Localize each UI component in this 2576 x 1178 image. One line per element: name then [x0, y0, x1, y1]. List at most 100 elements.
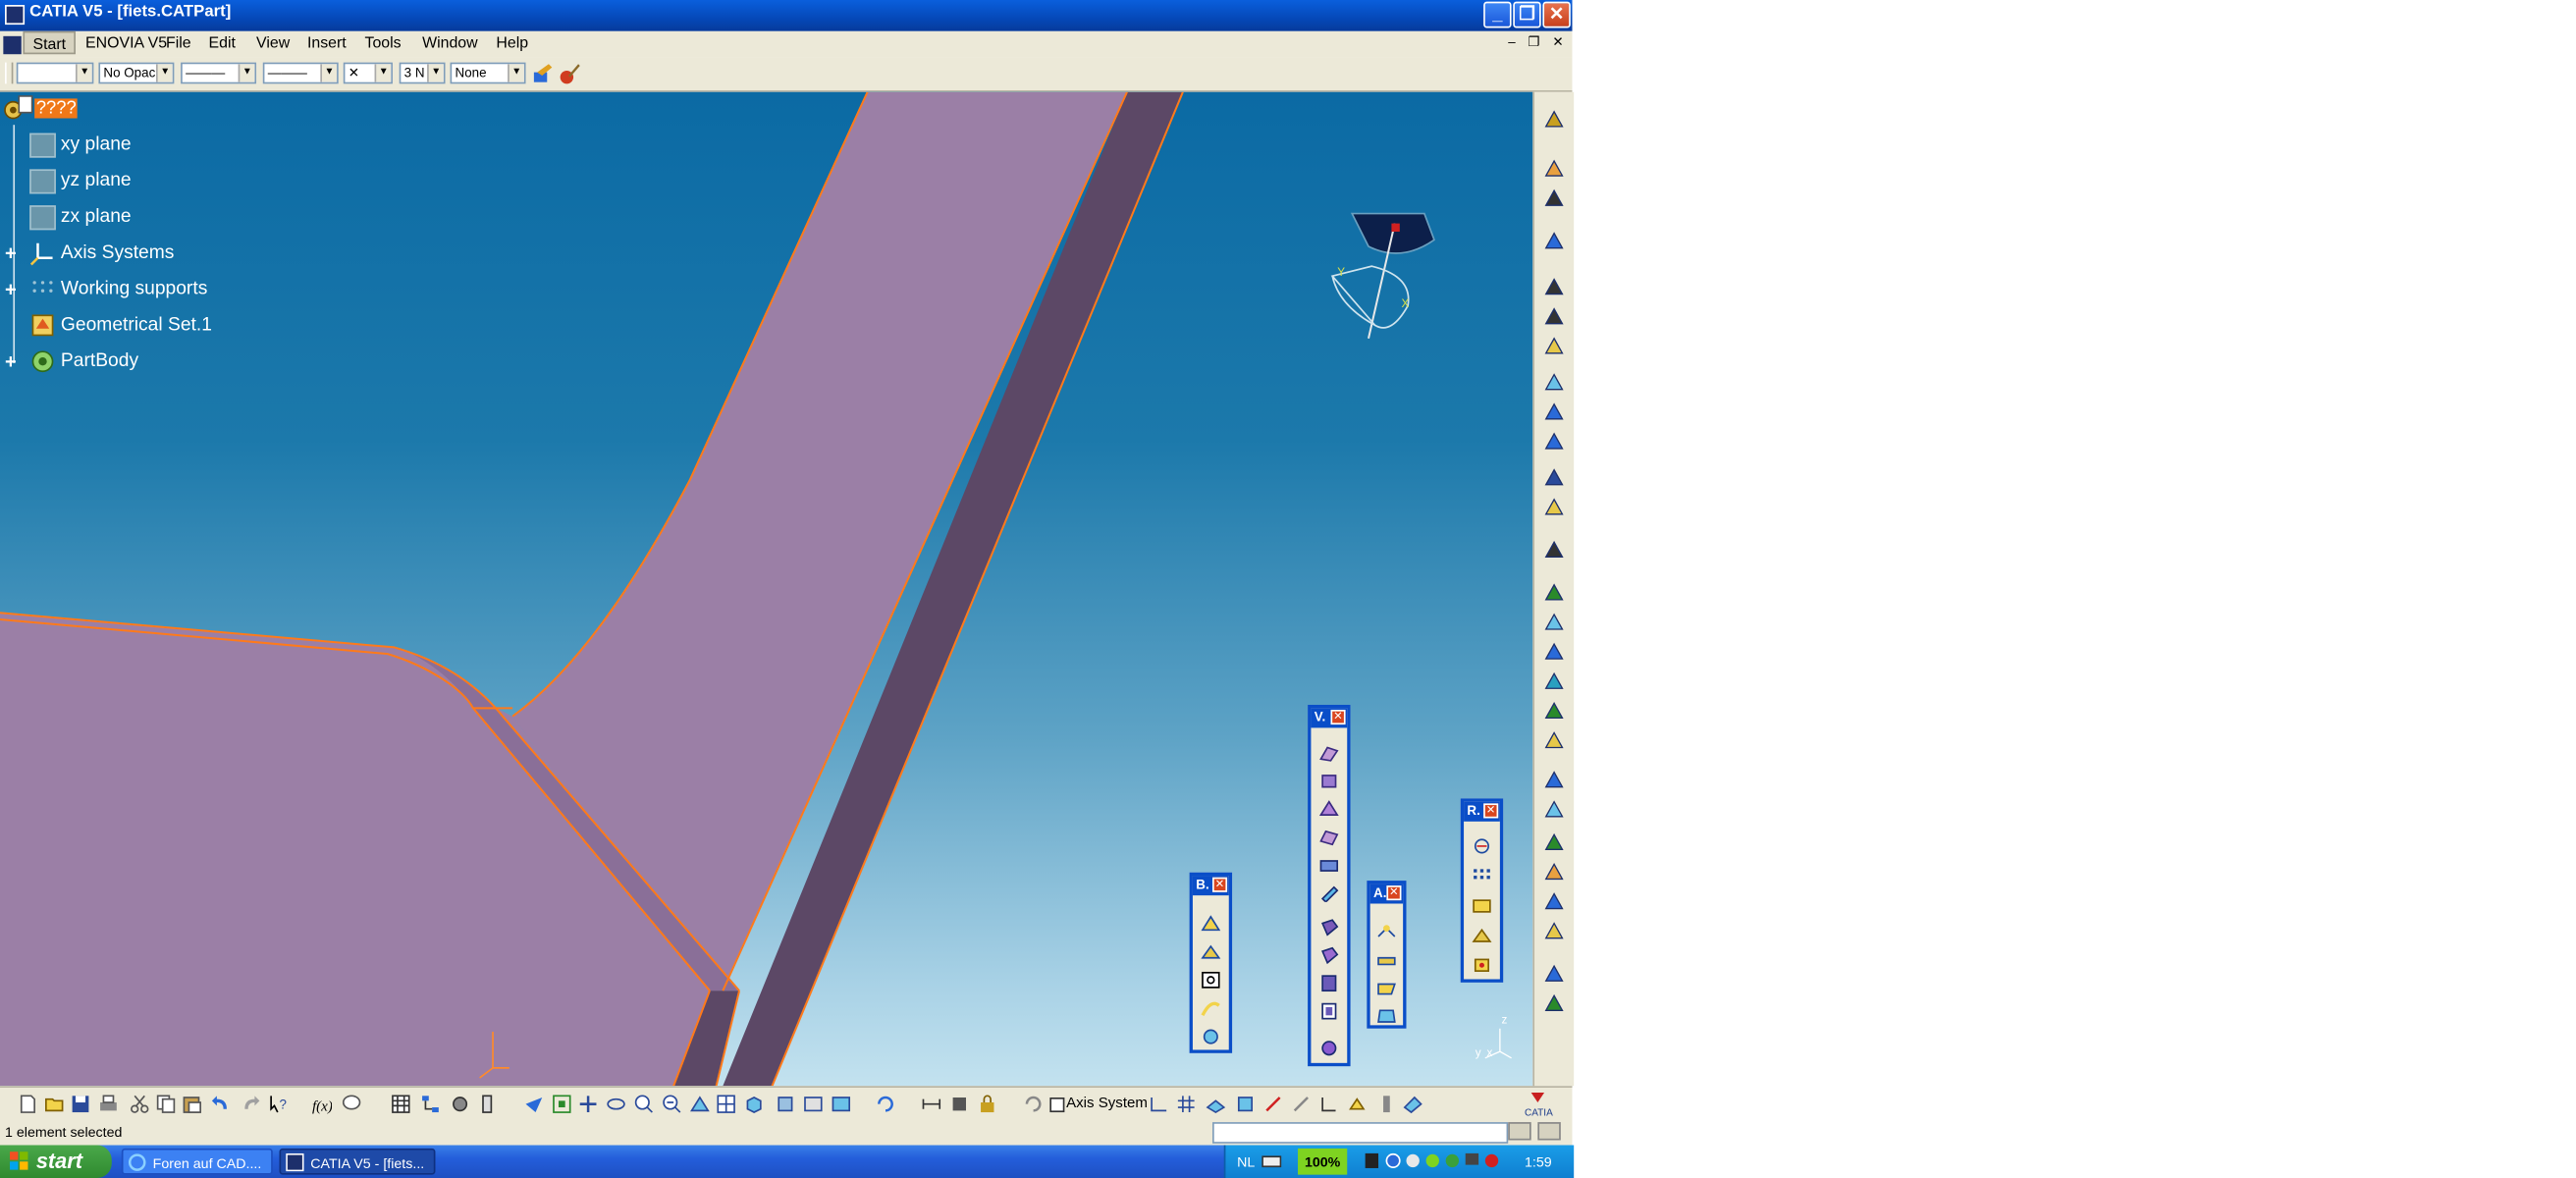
extrude-icon[interactable]	[1542, 371, 1565, 393]
table-icon[interactable]	[391, 1095, 410, 1114]
command-input[interactable]	[1212, 1122, 1509, 1144]
color-combo[interactable]: ▼	[16, 62, 94, 84]
hole-icon[interactable]	[1319, 856, 1339, 874]
clock[interactable]: 1:59	[1525, 1153, 1552, 1170]
fill-surface-icon[interactable]	[1542, 612, 1565, 633]
update-icon[interactable]	[876, 1095, 895, 1114]
surface-icon[interactable]	[1201, 915, 1221, 933]
groove-icon[interactable]	[1319, 829, 1339, 846]
palette-v[interactable]: V. ✕	[1308, 704, 1351, 1067]
palette-b-close-button[interactable]: ✕	[1212, 877, 1228, 892]
project-icon[interactable]	[1347, 1095, 1367, 1114]
parameters-icon[interactable]	[1376, 1095, 1396, 1114]
shading-icon[interactable]	[776, 1095, 795, 1114]
symmetry-icon[interactable]	[1472, 927, 1492, 944]
menu-file[interactable]: File	[166, 34, 191, 52]
trim-icon[interactable]	[1542, 798, 1565, 820]
painter-icon[interactable]	[531, 63, 554, 85]
constraint-icon[interactable]	[922, 1095, 941, 1114]
select-icon[interactable]	[1542, 158, 1565, 180]
palette-r[interactable]: R. ✕	[1460, 798, 1504, 983]
linetype-combo[interactable]: ——— ▼	[181, 62, 257, 84]
law-icon[interactable]	[1542, 992, 1565, 1014]
palette-v-close-button[interactable]: ✕	[1330, 710, 1346, 725]
language-indicator[interactable]: NL	[1237, 1153, 1255, 1170]
menu-edit[interactable]: Edit	[209, 34, 236, 52]
opacity-combo[interactable]: No Opac ▼	[98, 62, 175, 84]
rotate-icon[interactable]	[607, 1095, 626, 1114]
paste-icon[interactable]	[183, 1095, 202, 1114]
revolve-icon[interactable]	[1542, 401, 1565, 422]
pad-icon[interactable]	[1319, 744, 1339, 762]
cut-part-icon[interactable]	[1263, 1095, 1283, 1114]
catia-app-icon[interactable]	[5, 5, 26, 26]
plane-icon[interactable]	[1542, 335, 1565, 356]
sketcher-icon[interactable]	[1542, 230, 1565, 251]
chamfer-icon[interactable]	[1376, 979, 1396, 996]
box-icon[interactable]	[1235, 1095, 1255, 1114]
tree-icon[interactable]	[420, 1095, 440, 1114]
toolbar-grip[interactable]	[5, 62, 14, 84]
zoom-badge[interactable]: 100%	[1298, 1148, 1348, 1175]
extract-icon[interactable]	[1542, 861, 1565, 883]
menu-window[interactable]: Window	[422, 34, 478, 52]
cut-icon[interactable]	[130, 1095, 149, 1114]
edge-icon[interactable]	[1291, 1095, 1311, 1114]
pocket-icon[interactable]	[1319, 773, 1339, 790]
fit-all-icon[interactable]	[552, 1095, 571, 1114]
axis-system-checkbox[interactable]	[1049, 1097, 1065, 1113]
palette-a[interactable]: A. ✕	[1367, 881, 1407, 1029]
rectangular-pattern-icon[interactable]	[1472, 868, 1491, 885]
join-icon[interactable]	[1542, 700, 1565, 722]
connect-icon[interactable]	[1319, 1095, 1339, 1114]
fillet-icon[interactable]	[1376, 951, 1396, 969]
task-catia[interactable]: CATIA V5 - [fiets...	[279, 1148, 436, 1175]
transform-icon[interactable]	[1542, 920, 1565, 941]
copy-icon[interactable]	[156, 1095, 176, 1114]
status-button-1[interactable]	[1508, 1122, 1531, 1141]
spline-icon[interactable]	[1542, 496, 1565, 517]
slot-icon[interactable]	[1319, 919, 1339, 937]
fill-icon[interactable]	[1201, 943, 1221, 961]
pan-icon[interactable]	[578, 1095, 598, 1114]
fly-mode-icon[interactable]	[524, 1095, 544, 1114]
menu-start[interactable]: Start	[23, 30, 77, 55]
normal-view-icon[interactable]	[690, 1095, 710, 1114]
tray-security-icon[interactable]	[1483, 1151, 1500, 1169]
knowledge-icon[interactable]	[342, 1095, 361, 1114]
close-button[interactable]: ✕	[1542, 1, 1571, 28]
hide-show-icon[interactable]	[803, 1095, 823, 1114]
thickness-combo[interactable]: ——— ▼	[262, 62, 339, 84]
iso-view-icon[interactable]	[744, 1095, 764, 1114]
save-icon[interactable]	[71, 1095, 90, 1114]
menu-help[interactable]: Help	[496, 34, 528, 52]
boundary-icon[interactable]	[1542, 831, 1565, 853]
menu-insert[interactable]: Insert	[307, 34, 347, 52]
whats-this-icon[interactable]: ?	[269, 1095, 289, 1114]
doc-minimize-button[interactable]: –	[1508, 34, 1515, 49]
workbench-icon[interactable]	[1542, 108, 1565, 130]
draft-icon[interactable]	[1376, 1007, 1396, 1025]
layer-combo[interactable]: 3 N ▼	[399, 62, 446, 84]
swap-space-icon[interactable]	[832, 1095, 851, 1114]
shaft-icon[interactable]	[1318, 800, 1339, 818]
multi-section-icon[interactable]	[1542, 641, 1565, 663]
doc-restore-button[interactable]: ❐	[1528, 34, 1539, 49]
zoom-in-icon[interactable]	[634, 1095, 654, 1114]
scaling-icon[interactable]	[1472, 956, 1491, 974]
multi-view-icon[interactable]	[717, 1095, 736, 1114]
compass[interactable]: Y X	[1322, 210, 1446, 348]
task-browser[interactable]: Foren auf CAD....	[121, 1148, 273, 1175]
tray-monitor-icon[interactable]	[1464, 1151, 1480, 1169]
measure-icon[interactable]	[480, 1095, 500, 1114]
document-icon[interactable]	[3, 35, 22, 55]
menu-tools[interactable]: Tools	[365, 34, 402, 52]
circle-icon[interactable]	[1542, 466, 1565, 488]
filter-combo[interactable]: None ▼	[450, 62, 526, 84]
tray-app-icon[interactable]	[1364, 1151, 1380, 1169]
point-icon[interactable]	[1542, 276, 1565, 297]
expand-plus-icon[interactable]: +	[5, 243, 22, 263]
catalog-icon[interactable]	[451, 1095, 470, 1114]
open-icon[interactable]	[44, 1095, 64, 1114]
analysis-icon[interactable]	[949, 1095, 969, 1114]
